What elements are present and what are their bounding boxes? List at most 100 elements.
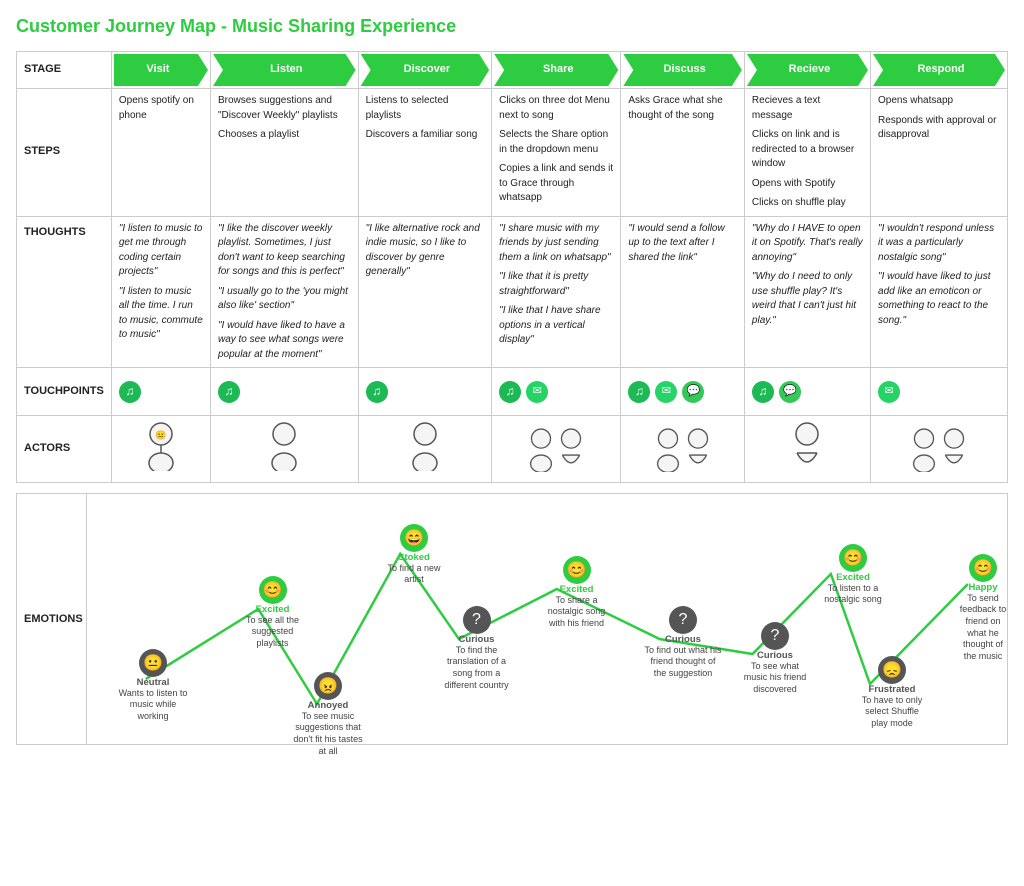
imessage-icon: 💬 [779,381,801,403]
step-text: Chooses a playlist [218,128,351,143]
stage-discuss: Discuss [621,52,745,89]
emotion-node-frustrated: 😞 Frustrated To have to only select Shuf… [857,656,927,730]
emotion-desc-excited-listen: To see all the suggested playlists [235,615,310,650]
actor-female-svg [941,426,967,472]
stage-arrow-recieve: Recieve [747,54,868,86]
thoughts-visit: "I listen to music to get me through cod… [111,216,210,368]
emotion-node-curious-discuss: ? Curious To find out what his friend th… [644,606,722,680]
step-text: Recieves a text message [752,94,863,123]
emotion-desc-curious-discuss: To find out what his friend thought of t… [644,645,722,680]
step-text: Opens spotify on phone [119,94,203,123]
step-text: Opens with Spotify [752,177,863,192]
actors-discuss [621,416,745,483]
emotion-name-curious-recieve: Curious [757,650,793,661]
actor-figure-svg [269,421,299,471]
emotions-section: EMOTIONS 😐 Neutral Wants to listen to mu… [16,493,1008,745]
thought-quote: "I would send a follow up to the text af… [628,222,737,266]
touchpoints-listen: ♫ [210,368,358,416]
emotion-desc-excited-share: To share a nostalgic song with his frien… [539,595,614,630]
actors-listen [210,416,358,483]
emotion-name-curious-discover: Curious [459,634,495,645]
journey-table: STAGE Visit Listen Discover Share Discus… [16,51,1008,483]
actor-figure-svg: 😐 [146,421,176,471]
emotion-desc-neutral: Wants to listen to music while working [117,688,189,723]
imessage-icon: 💬 [682,381,704,403]
touchpoints-label: TOUCHPOINTS [17,368,112,416]
step-text: Browses suggestions and "Discover Weekly… [218,94,351,123]
emotion-desc-happy: To send feedback to friend on what he th… [959,593,1007,663]
emotion-name-curious-discuss: Curious [665,634,701,645]
step-text: Discovers a familiar song [366,128,485,143]
whatsapp-icon: ✉ [526,381,548,403]
spotify-icon: ♫ [218,381,240,403]
stage-visit: Visit [111,52,210,89]
emotion-node-excited-recieve: 😊 Excited To listen to a nostalgic song [819,544,887,606]
emotion-node-stoked: 😄 Stoked To find a new artist [379,524,449,586]
thoughts-discuss: "I would send a follow up to the text af… [621,216,745,368]
emotions-inner: EMOTIONS 😐 Neutral Wants to listen to mu… [17,494,1007,744]
actors-share [492,416,621,483]
spotify-icon: ♫ [499,381,521,403]
stage-share: Share [492,52,621,89]
emotion-name-neutral: Neutral [137,677,170,688]
touchpoint-icons-visit: ♫ [119,381,203,403]
stage-arrow-visit: Visit [114,54,208,86]
touchpoint-icons-recieve: ♫ 💬 [752,381,863,403]
thought-quote: "I like that it is pretty straightforwar… [499,270,613,299]
whatsapp-icon: ✉ [655,381,677,403]
emotion-face-curious-discuss: ? [669,606,697,634]
thought-quote: "I wouldn't respond unless it was a part… [878,222,1000,266]
thoughts-recieve: "Why do I HAVE to open it on Spotify. Th… [744,216,870,368]
emotion-node-happy: 😊 Happy To send feedback to friend on wh… [959,554,1007,663]
actor-figure-svg [410,421,440,471]
stage-discover: Discover [358,52,492,89]
steps-discuss: Asks Grace what she thought of the song [621,89,745,217]
stage-row: STAGE Visit Listen Discover Share Discus… [17,52,1008,89]
emotion-face-happy: 😊 [969,554,997,582]
actors-recieve [744,416,870,483]
touchpoint-icons-share: ♫ ✉ [499,381,613,403]
thought-quote: "I listen to music to get me through cod… [119,222,203,280]
touchpoints-visit: ♫ [111,368,210,416]
thought-quote: "I share music with my friends by just s… [499,222,613,266]
actor-male-svg [655,426,681,472]
thought-quote: "I would have liked to have a way to see… [218,319,351,363]
steps-share: Clicks on three dot Menu next to song Se… [492,89,621,217]
touchpoint-icons-discuss: ♫ ✉ 💬 [628,381,737,403]
emotion-desc-stoked: To find a new artist [379,563,449,586]
step-text: Copies a link and sends it to Grace thro… [499,162,613,206]
thought-quote: "I like the discover weekly playlist. So… [218,222,351,280]
thought-quote: "Why do I HAVE to open it on Spotify. Th… [752,222,863,266]
emotion-node-annoyed: 😠 Annoyed To see music suggestions that … [292,672,364,758]
steps-recieve: Recieves a text message Clicks on link a… [744,89,870,217]
stage-recieve: Recieve [744,52,870,89]
emotion-face-annoyed: 😠 [314,672,342,700]
emotion-face-frustrated: 😞 [878,656,906,684]
touchpoint-icons-respond: ✉ [878,381,1000,403]
touchpoint-icons-listen: ♫ [218,381,351,403]
touchpoints-row: TOUCHPOINTS ♫ ♫ ♫ ♫ ✉ ♫ ✉ 💬 [17,368,1008,416]
actor-female-svg [558,426,584,472]
actor-male-svg [528,426,554,472]
thoughts-respond: "I wouldn't respond unless it was a part… [871,216,1008,368]
actors-row: ACTORS 😐 [17,416,1008,483]
thoughts-row: THOUGHTS "I listen to music to get me th… [17,216,1008,368]
spotify-icon: ♫ [119,381,141,403]
emotion-desc-annoyed: To see music suggestions that don't fit … [292,711,364,758]
emotion-face-excited: 😊 [259,576,287,604]
emotion-name-stoked: Stoked [398,552,430,563]
stage-arrow-respond: Respond [873,54,1005,86]
stage-label: STAGE [17,52,112,89]
step-text: Clicks on shuffle play [752,196,863,211]
step-text: Responds with approval or disapproval [878,114,1000,143]
steps-row: STEPS Opens spotify on phone Browses sug… [17,89,1008,217]
thought-quote: "I would have liked to just add like an … [878,270,1000,328]
stage-arrow-discover: Discover [361,54,490,86]
stage-arrow-listen: Listen [213,54,356,86]
thoughts-discover: "I like alternative rock and indie music… [358,216,492,368]
emotion-face-curious: ? [463,606,491,634]
emotion-name-excited-recieve: Excited [836,572,870,583]
touchpoints-share: ♫ ✉ [492,368,621,416]
spotify-icon: ♫ [628,381,650,403]
actors-respond [871,416,1008,483]
